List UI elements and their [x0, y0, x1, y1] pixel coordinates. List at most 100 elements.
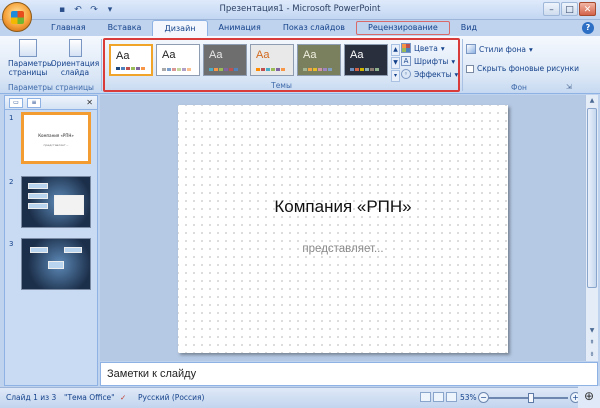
color-swatch	[370, 68, 374, 71]
office-button[interactable]	[2, 2, 32, 32]
color-swatch	[136, 67, 140, 70]
checkbox-icon[interactable]	[466, 64, 474, 73]
color-swatch	[365, 68, 369, 71]
tab-insert[interactable]: Вставка	[97, 20, 153, 36]
tab-review[interactable]: Рецензирование	[356, 21, 450, 35]
thumb-shape	[28, 203, 48, 209]
background-styles-icon	[466, 44, 476, 54]
orientation-button[interactable]: Ориентация слайда	[50, 39, 100, 77]
scroll-up-icon[interactable]: ▲	[586, 95, 598, 107]
spellcheck-icon[interactable]: ✓	[120, 393, 126, 402]
chevron-down-icon: ▾	[440, 43, 445, 53]
gallery-up-icon[interactable]: ▲	[391, 44, 400, 56]
effects-label: Эффекты	[414, 69, 452, 79]
chevron-down-icon: ▾	[529, 44, 533, 54]
color-swatch	[209, 68, 213, 71]
colors-label: Цвета	[414, 43, 438, 53]
color-swatch	[121, 67, 125, 70]
tab-animation[interactable]: Анимация	[208, 20, 272, 36]
slides-panel: ▭ ≡ ✕ 1 Компания «РПН» представляет... 2…	[4, 95, 98, 386]
theme-thumbnail[interactable]: Aa	[156, 44, 200, 76]
color-swatch	[126, 67, 130, 70]
themes-group: Aa Aa Aa Aa Aa Aa ▲ ▼ ▾ Цвета ▾ A Шрифты ▾ ◦ Эф…	[103, 38, 460, 92]
color-swatch	[323, 68, 327, 71]
background-styles-button[interactable]: Стили фона ▾	[466, 44, 533, 54]
color-swatch	[229, 68, 233, 71]
slide-info: Слайд 1 из 3	[6, 393, 57, 402]
previous-slide-icon[interactable]: ⇞	[586, 337, 598, 349]
thumb-shape	[64, 247, 82, 253]
hide-background-checkbox[interactable]: Скрыть фоновые рисунки	[466, 64, 579, 73]
slide-thumbnail-1[interactable]: Компания «РПН» представляет...	[21, 112, 91, 164]
language-indicator[interactable]: Русский (Россия)	[138, 393, 204, 402]
slides-tab-icon[interactable]: ▭	[9, 97, 23, 108]
fonts-icon: A	[401, 56, 411, 66]
help-icon[interactable]: ?	[582, 22, 594, 34]
theme-sample-text: Aa	[303, 49, 317, 61]
slide-thumbnail-2[interactable]	[21, 176, 91, 228]
thumb-subtitle: представляет...	[43, 143, 69, 147]
tab-design[interactable]: Дизайн	[152, 20, 208, 36]
color-swatch	[167, 68, 171, 71]
tab-home[interactable]: Главная	[40, 20, 97, 36]
theme-thumbnail[interactable]: Aa	[297, 44, 341, 76]
window-title: Презентация1 - Microsoft PowerPoint	[219, 4, 381, 14]
theme-thumbnail[interactable]: Aa	[344, 44, 388, 76]
color-swatch	[224, 68, 228, 71]
tab-slideshow[interactable]: Показ слайдов	[272, 20, 356, 36]
vertical-scrollbar[interactable]: ▲ ▼ ⇞ ⇟	[585, 95, 598, 361]
zoom-level[interactable]: 53%	[460, 393, 477, 402]
notes-field[interactable]: Заметки к слайду	[100, 362, 598, 386]
slide-canvas[interactable]: Компания «РПН» представляет...	[178, 105, 508, 353]
thumb-shape	[30, 247, 48, 253]
close-button[interactable]: ✕	[579, 2, 596, 16]
color-swatch	[187, 68, 191, 71]
close-icon[interactable]: ✕	[86, 98, 93, 107]
normal-view-icon[interactable]	[420, 392, 431, 402]
page-setup-button[interactable]: Параметры страницы	[8, 39, 53, 77]
ribbon: Параметры страницы Ориентация слайда Пар…	[0, 36, 600, 94]
slide-title[interactable]: Компания «РПН»	[178, 197, 508, 217]
colors-button[interactable]: Цвета ▾	[401, 43, 445, 53]
sorter-view-icon[interactable]	[433, 392, 444, 402]
theme-name: "Тема Office"	[64, 393, 115, 402]
slideshow-view-icon[interactable]	[446, 392, 457, 402]
background-styles-label: Стили фона	[479, 44, 527, 54]
color-swatch	[256, 68, 260, 71]
theme-sample-text: Aa	[209, 49, 223, 61]
scroll-thumb[interactable]	[587, 108, 597, 288]
next-slide-icon[interactable]: ⇟	[586, 349, 598, 361]
theme-thumbnail[interactable]: Aa	[109, 44, 153, 76]
effects-button[interactable]: ◦ Эффекты ▾	[401, 69, 458, 79]
slide-thumbnail-3[interactable]	[21, 238, 91, 290]
fonts-label: Шрифты	[414, 56, 449, 66]
group-separator	[462, 39, 463, 91]
slide-number: 2	[9, 178, 14, 186]
scroll-down-icon[interactable]: ▼	[586, 325, 598, 337]
color-swatch	[141, 67, 145, 70]
minimize-button[interactable]: –	[543, 2, 560, 16]
page-setup-icon	[19, 39, 37, 57]
theme-swatches	[350, 68, 379, 71]
slide-subtitle[interactable]: представляет...	[178, 243, 508, 255]
color-swatch	[177, 68, 181, 71]
magnifier-icon[interactable]: ⊕	[578, 386, 600, 408]
color-swatch	[261, 68, 265, 71]
color-swatch	[219, 68, 223, 71]
orientation-icon	[68, 39, 82, 57]
color-swatch	[281, 68, 285, 71]
color-swatch	[116, 67, 120, 70]
color-swatch	[266, 68, 270, 71]
theme-swatches	[303, 68, 332, 71]
fonts-button[interactable]: A Шрифты ▾	[401, 56, 455, 66]
gallery-down-icon[interactable]: ▼	[391, 57, 400, 69]
zoom-slider[interactable]	[488, 393, 568, 403]
theme-thumbnail[interactable]: Aa	[250, 44, 294, 76]
zoom-slider-handle[interactable]	[528, 393, 535, 403]
maximize-button[interactable]: □	[561, 2, 578, 16]
theme-thumbnail[interactable]: Aa	[203, 44, 247, 76]
hide-background-label: Скрыть фоновые рисунки	[477, 64, 579, 73]
dialog-launcher-icon[interactable]: ⇲	[566, 83, 572, 91]
outline-tab-icon[interactable]: ≡	[27, 97, 41, 108]
tab-view[interactable]: Вид	[450, 20, 488, 36]
